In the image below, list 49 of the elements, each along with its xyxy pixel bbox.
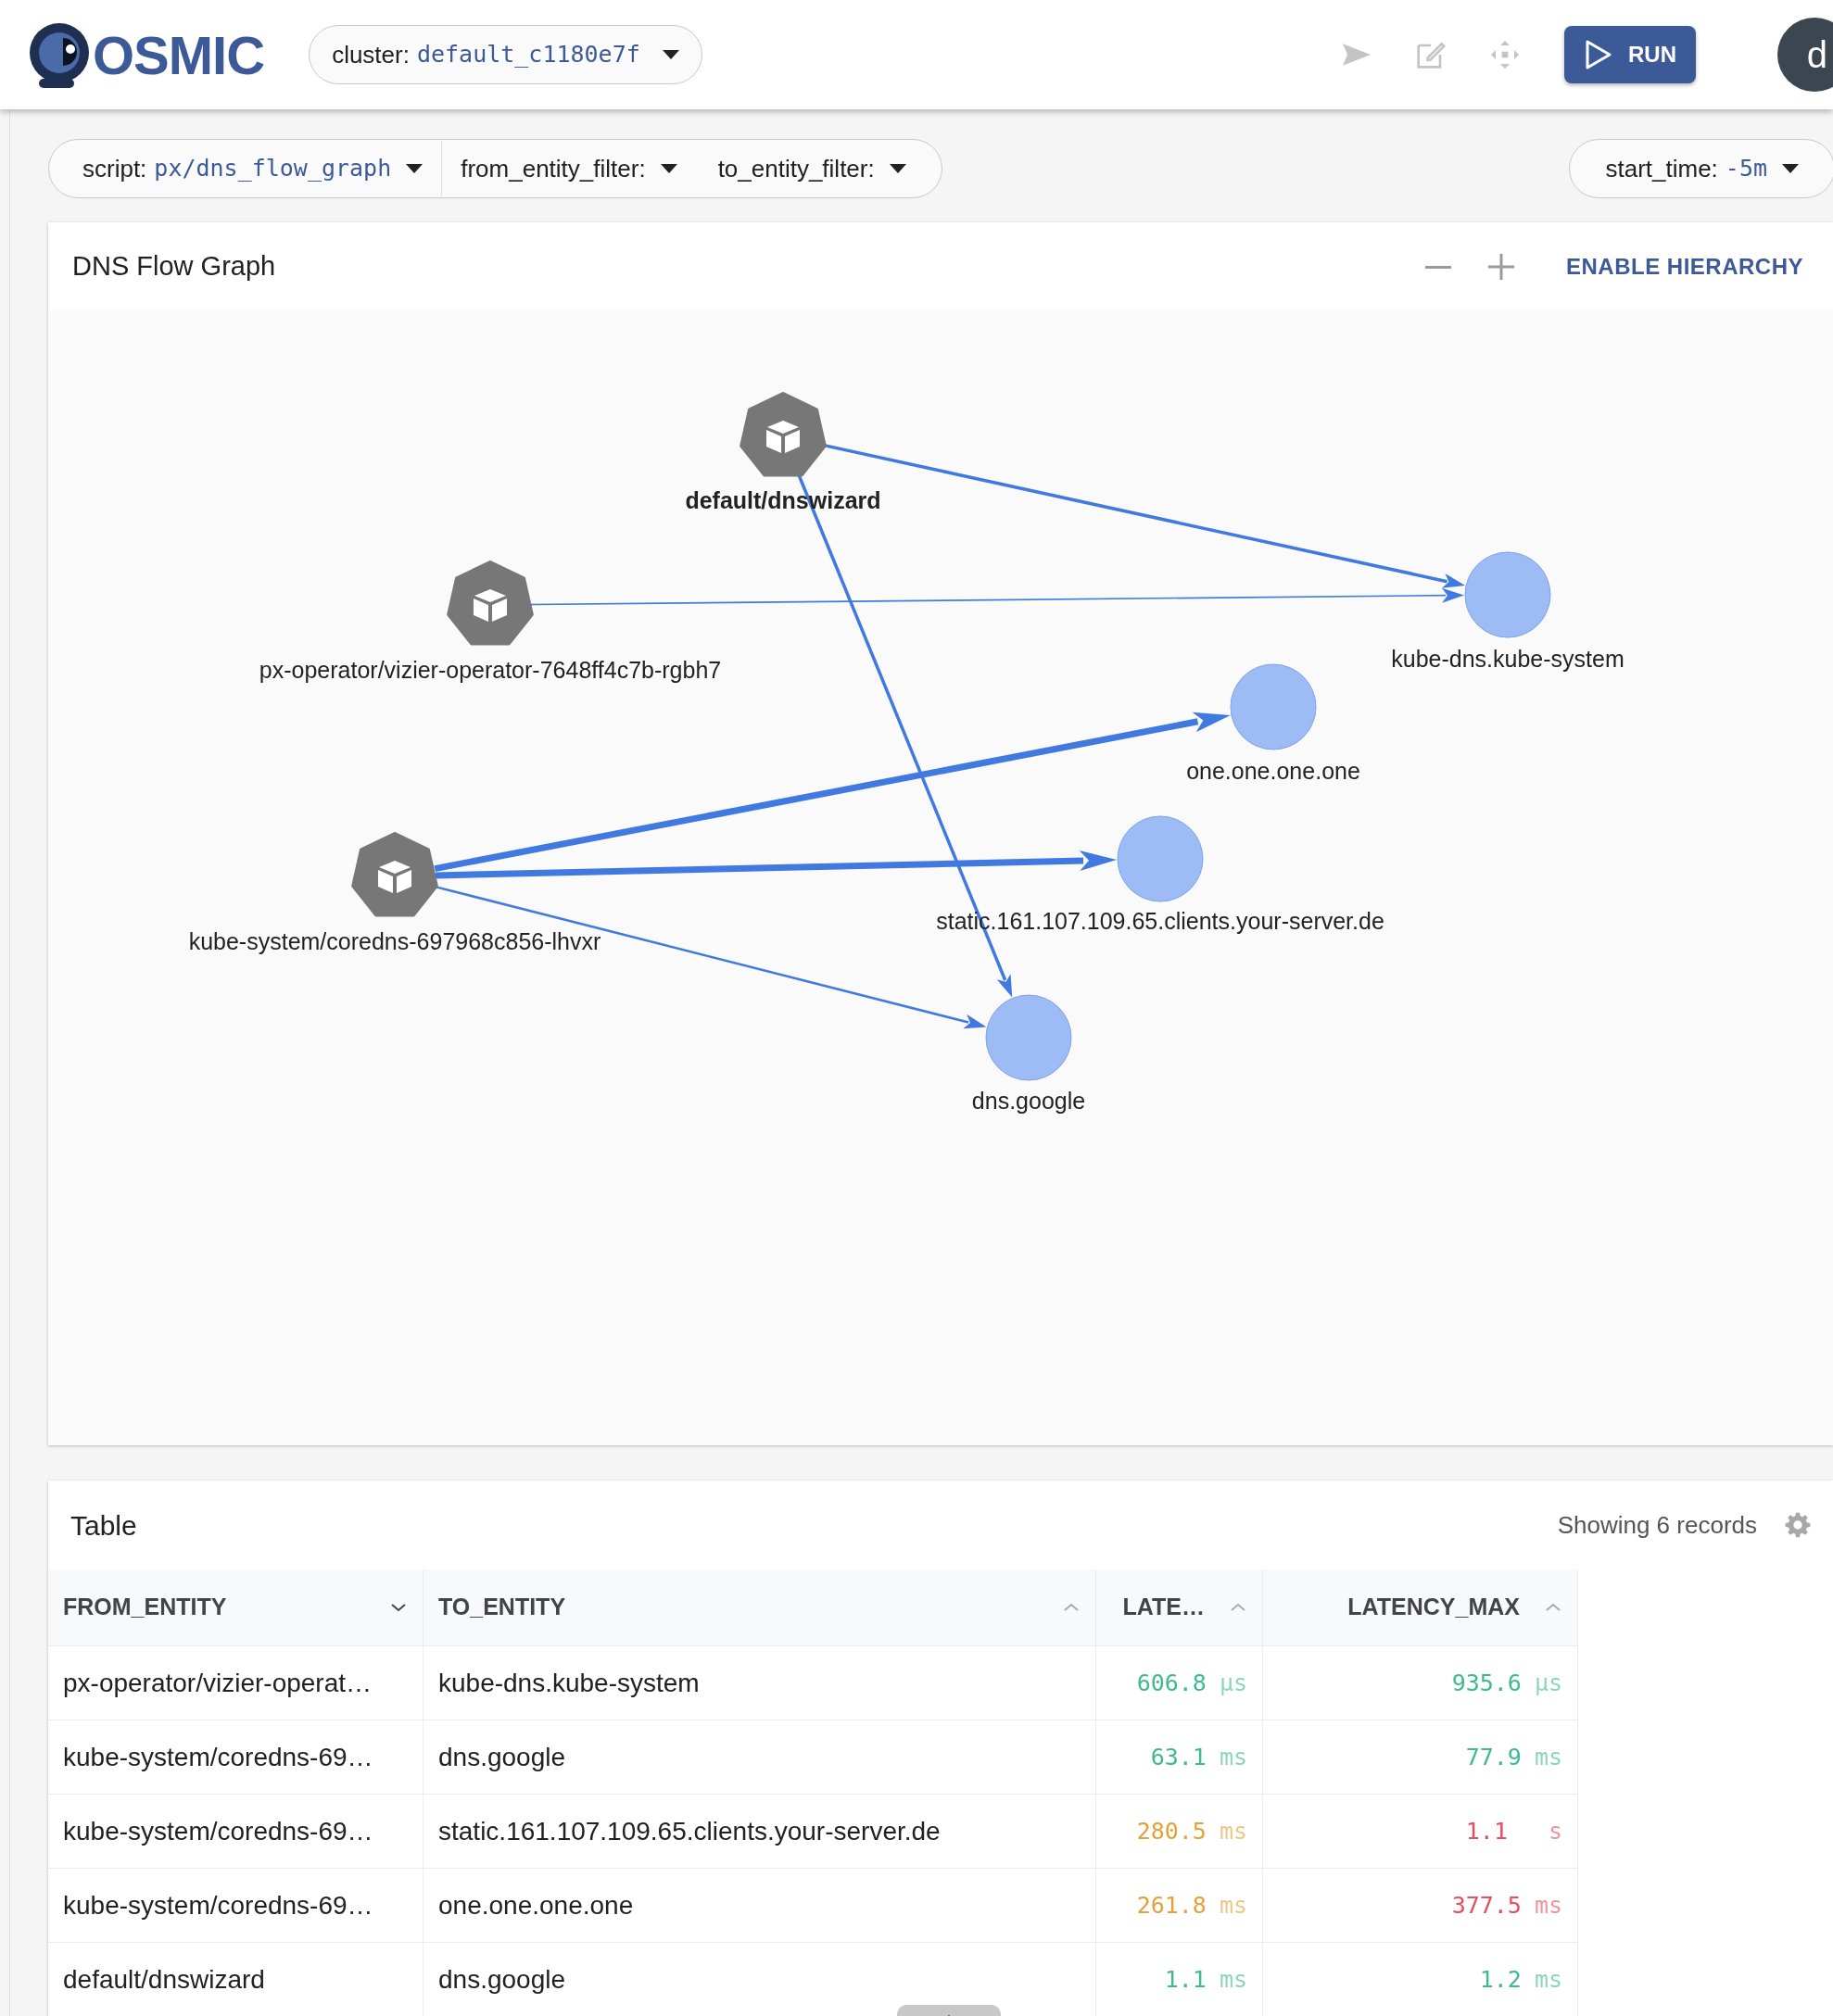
table-title: Table <box>70 1508 137 1543</box>
node-label: kube-system/coredns-697968c856-lhvxr <box>188 928 601 954</box>
run-button[interactable]: RUN <box>1564 26 1696 83</box>
node-label: dns.google <box>971 1088 1086 1114</box>
pod-node[interactable] <box>351 832 438 917</box>
service-node[interactable] <box>1230 663 1317 750</box>
latency-cell: 280.5 ms <box>1096 1794 1263 1868</box>
latency-cell: 77.9 ms <box>1263 1720 1578 1794</box>
logo-text: OSMIC <box>93 23 265 87</box>
latency-cell: 935.6 µs <box>1263 1645 1578 1720</box>
table-cell: kube-system/coredns-69… <box>48 1720 423 1794</box>
graph-title: DNS Flow Graph <box>72 249 276 283</box>
table-cell: kube-dns.kube-system <box>423 1645 1096 1720</box>
latency-cell: 1.1 s <box>1263 1794 1578 1868</box>
service-node[interactable] <box>1464 551 1551 638</box>
table-cell: kube-system/coredns-69… <box>48 1868 423 1942</box>
record-count: Showing 6 records <box>1557 1509 1757 1541</box>
pod-node[interactable] <box>447 561 534 646</box>
latency-cell: 63.1 ms <box>1096 1720 1263 1794</box>
table-cell: dns.google <box>423 1720 1096 1794</box>
node-label: one.one.one.one <box>1186 758 1360 784</box>
table-cell: px-operator/vizier-operat… <box>48 1645 423 1720</box>
cluster-label: cluster: <box>332 39 410 70</box>
service-node[interactable] <box>1117 815 1204 902</box>
latency-cell: 1.2 ms <box>1263 1942 1578 2016</box>
column-header[interactable]: LATENCY_MAX <box>1263 1569 1578 1645</box>
column-header[interactable]: LATE… <box>1096 1569 1263 1645</box>
column-header[interactable]: TO_ENTITY <box>423 1569 1096 1645</box>
caret-icon <box>662 50 679 59</box>
play-icon <box>1584 39 1613 70</box>
node-label: kube-dns.kube-system <box>1391 646 1624 672</box>
latency-cell: 377.5 ms <box>1263 1868 1578 1942</box>
latency-cell: 606.8 µs <box>1096 1645 1263 1720</box>
cluster-selector[interactable]: cluster: default_c1180e7f <box>309 25 702 84</box>
zoom-in-icon[interactable] <box>1486 251 1516 282</box>
table-cell: one.one.one.one <box>423 1868 1096 1942</box>
enable-hierarchy-button[interactable]: ENABLE HIERARCHY <box>1561 248 1809 284</box>
settings-icon[interactable] <box>1783 1510 1813 1540</box>
latency-cell: 261.8 ms <box>1096 1868 1263 1942</box>
latency-cell: 1.1 ms <box>1096 1942 1263 2016</box>
table-cell: static.161.107.109.65.clients.your-server.de <box>423 1794 1096 1868</box>
service-node[interactable] <box>985 994 1072 1081</box>
user-avatar[interactable]: d <box>1777 18 1833 92</box>
pod-node[interactable] <box>740 392 827 477</box>
column-header[interactable]: FROM_ENTITY <box>48 1569 423 1645</box>
node-label: px-operator/vizier-operator-7648ff4c7b-rgbh7 <box>259 657 722 683</box>
table-cell: default/dnswizard <box>48 1942 423 2016</box>
table-cell: kube-system/coredns-69… <box>48 1794 423 1868</box>
cluster-value: default_c1180e7f <box>416 40 640 70</box>
